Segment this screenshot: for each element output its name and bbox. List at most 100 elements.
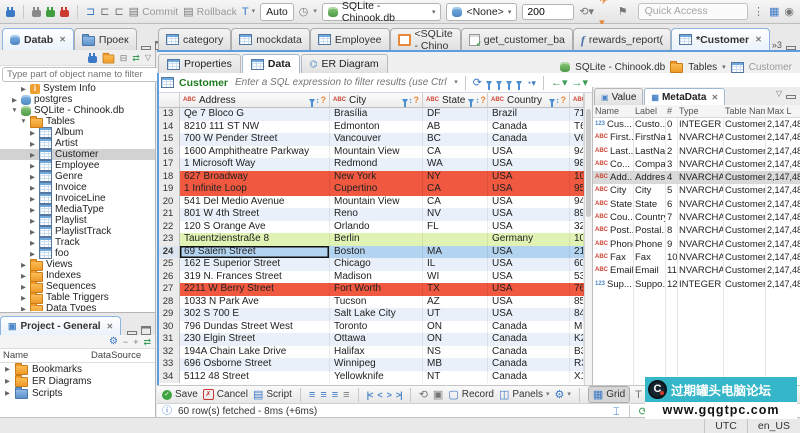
meta-cell[interactable]: NVARCHAR xyxy=(677,198,723,211)
row-number[interactable]: 31 xyxy=(157,333,180,346)
back-icon[interactable]: ←▾ xyxy=(551,72,568,94)
meta-cell[interactable]: FirstNa... xyxy=(633,131,665,144)
meta-cell[interactable]: NVARCHAR xyxy=(677,131,723,144)
meta-cell[interactable]: ABCFirst... xyxy=(593,131,633,144)
row-number[interactable]: 28 xyxy=(157,295,180,308)
grid-cell[interactable]: 60 xyxy=(570,258,584,271)
meta-cell[interactable]: Customer xyxy=(723,184,765,197)
column-filter-icons[interactable]: ↕? xyxy=(468,95,486,107)
meta-cell[interactable]: ABC Add... xyxy=(593,171,633,184)
expand-icon[interactable]: ▶ xyxy=(29,206,36,214)
meta-cell[interactable]: 2,147,483 xyxy=(765,251,800,264)
grid-cell[interactable]: FL xyxy=(423,220,488,233)
row-number[interactable]: 30 xyxy=(157,320,180,333)
metadata-row[interactable]: ABCEmailEmail11NVARCHARCustomer2,147,483 xyxy=(593,264,800,277)
grid-cell[interactable]: 2211 W Berry Street xyxy=(180,283,330,296)
grid-cell[interactable]: NS xyxy=(423,345,488,358)
expand-icon[interactable]: ▶ xyxy=(29,217,36,225)
meta-cell[interactable]: Customer xyxy=(723,198,765,211)
transaction-log-icon[interactable]: ◷ xyxy=(299,1,309,23)
rollback-button[interactable]: ▤ Rollback xyxy=(183,1,237,23)
expand-icon[interactable]: ▶ xyxy=(29,129,36,137)
row-number[interactable]: 32 xyxy=(157,345,180,358)
expand-icon[interactable]: ▶ xyxy=(29,239,36,247)
column-header-state[interactable]: ABC State ↕? xyxy=(423,93,488,108)
object-filter-input[interactable] xyxy=(2,67,160,82)
grid-cell[interactable]: 94 xyxy=(570,195,584,208)
expand-icon[interactable]: ▶ xyxy=(20,294,27,302)
grid-cell[interactable]: Reno xyxy=(330,208,423,221)
close-icon[interactable]: ✕ xyxy=(755,35,762,44)
connect-icon[interactable] xyxy=(32,6,41,17)
grid-cell[interactable]: R3 xyxy=(570,358,584,371)
grid-cell[interactable]: USA xyxy=(488,308,570,321)
meta-column-max-l[interactable]: Max L xyxy=(765,106,800,116)
meta-cell[interactable]: State xyxy=(633,198,665,211)
filter-icon[interactable] xyxy=(401,98,408,107)
meta-cell[interactable]: 6 xyxy=(665,198,677,211)
expand-icon[interactable]: ▶ xyxy=(29,173,36,181)
close-icon[interactable]: ✕ xyxy=(59,35,66,44)
grid-cell[interactable]: 230 Elgin Street xyxy=(180,333,330,346)
metadata-row[interactable]: ABCLast...LastNa...2NVARCHARCustomer2,14… xyxy=(593,145,800,158)
tab-overflow-indicator[interactable]: » 3 xyxy=(772,40,782,50)
meta-cell[interactable]: Postal... xyxy=(633,224,665,237)
meta-cell[interactable]: NVARCHAR xyxy=(677,224,723,237)
meta-cell[interactable]: 2,147,483 xyxy=(765,278,800,291)
meta-cell[interactable]: 12 xyxy=(665,278,677,291)
grid-cell[interactable]: UT xyxy=(423,308,488,321)
expand-icon[interactable]: ▶ xyxy=(20,272,27,280)
tree-item-postgres[interactable]: ▶ postgres xyxy=(0,94,155,105)
vertical-scrollbar[interactable] xyxy=(584,93,592,385)
editor-tab-category[interactable]: category xyxy=(158,28,232,50)
grid-cell[interactable]: CA xyxy=(423,195,488,208)
new-sql-script-icon[interactable]: ⊏ xyxy=(114,1,123,23)
grid-cell[interactable]: 8210 111 ST NW xyxy=(180,120,330,133)
open-sql-editor-icon[interactable]: ⊏ xyxy=(100,1,109,23)
grid-cell[interactable]: IL xyxy=(423,258,488,271)
meta-cell[interactable]: 2,147,483 xyxy=(765,145,800,158)
filter-icon[interactable] xyxy=(468,98,475,107)
metadata-row[interactable]: ABCCityCity5NVARCHARCustomer2,147,483 xyxy=(593,184,800,197)
grid-cell[interactable]: 319 N. Frances Street xyxy=(180,270,330,283)
grid-cell[interactable]: M6 xyxy=(570,320,584,333)
grid-cell[interactable]: USA xyxy=(488,258,570,271)
meta-cell[interactable]: 2,147,483 xyxy=(765,171,800,184)
column-filter-icons[interactable]: ↕? xyxy=(308,95,326,107)
meta-cell[interactable]: Suppo... xyxy=(633,278,665,291)
row-number[interactable]: 34 xyxy=(157,370,180,383)
grid-cell[interactable]: USA xyxy=(488,283,570,296)
grid-cell[interactable]: Chicago xyxy=(330,258,423,271)
grid-cell[interactable]: TX xyxy=(423,283,488,296)
grid-cell[interactable]: 95 xyxy=(570,183,584,196)
grid-cell[interactable]: DF xyxy=(423,108,488,121)
meta-cell[interactable]: NVARCHAR xyxy=(677,211,723,224)
previous-row-icon[interactable]: < xyxy=(377,390,382,400)
meta-column-name[interactable]: Name xyxy=(593,106,633,116)
meta-cell[interactable]: 5 xyxy=(665,184,677,197)
grid-cell[interactable]: Edmonton xyxy=(330,120,423,133)
grid-cell[interactable]: 1033 N Park Ave xyxy=(180,295,330,308)
grid-cell[interactable]: 85 xyxy=(570,295,584,308)
grid-cell[interactable]: New York xyxy=(330,170,423,183)
panels-icon[interactable]: ◔▾ xyxy=(526,72,536,94)
view-menu-icon[interactable]: ▽ xyxy=(145,47,151,69)
grid-cell[interactable]: Qe 7 Bloco G xyxy=(180,108,330,121)
grid-cell[interactable]: USA xyxy=(488,270,570,283)
meta-cell[interactable]: LastNa... xyxy=(633,145,665,158)
collapse-icon[interactable]: ▼ xyxy=(20,118,27,125)
grid-cell[interactable]: Germany xyxy=(488,233,570,246)
grid-cell[interactable]: Fort Worth xyxy=(330,283,423,296)
grid-cell[interactable]: 194A Chain Lake Drive xyxy=(180,345,330,358)
meta-cell[interactable]: NVARCHAR xyxy=(677,171,723,184)
overflow-menu-icon[interactable]: ⋮ xyxy=(753,1,764,23)
custom-filter-icon[interactable] xyxy=(515,81,522,90)
meta-cell[interactable]: Customer xyxy=(723,171,765,184)
grid-cell[interactable]: USA xyxy=(488,295,570,308)
meta-cell[interactable]: 2,147,483 xyxy=(765,184,800,197)
meta-cell[interactable]: Address xyxy=(633,171,665,184)
breadcrumb-connection[interactable]: SQLite - Chinook.db xyxy=(575,62,665,73)
meta-cell[interactable]: ABC City xyxy=(593,184,633,197)
grid-cell[interactable]: Boston xyxy=(330,245,423,258)
expand-icon[interactable]: ▶ xyxy=(29,250,36,258)
